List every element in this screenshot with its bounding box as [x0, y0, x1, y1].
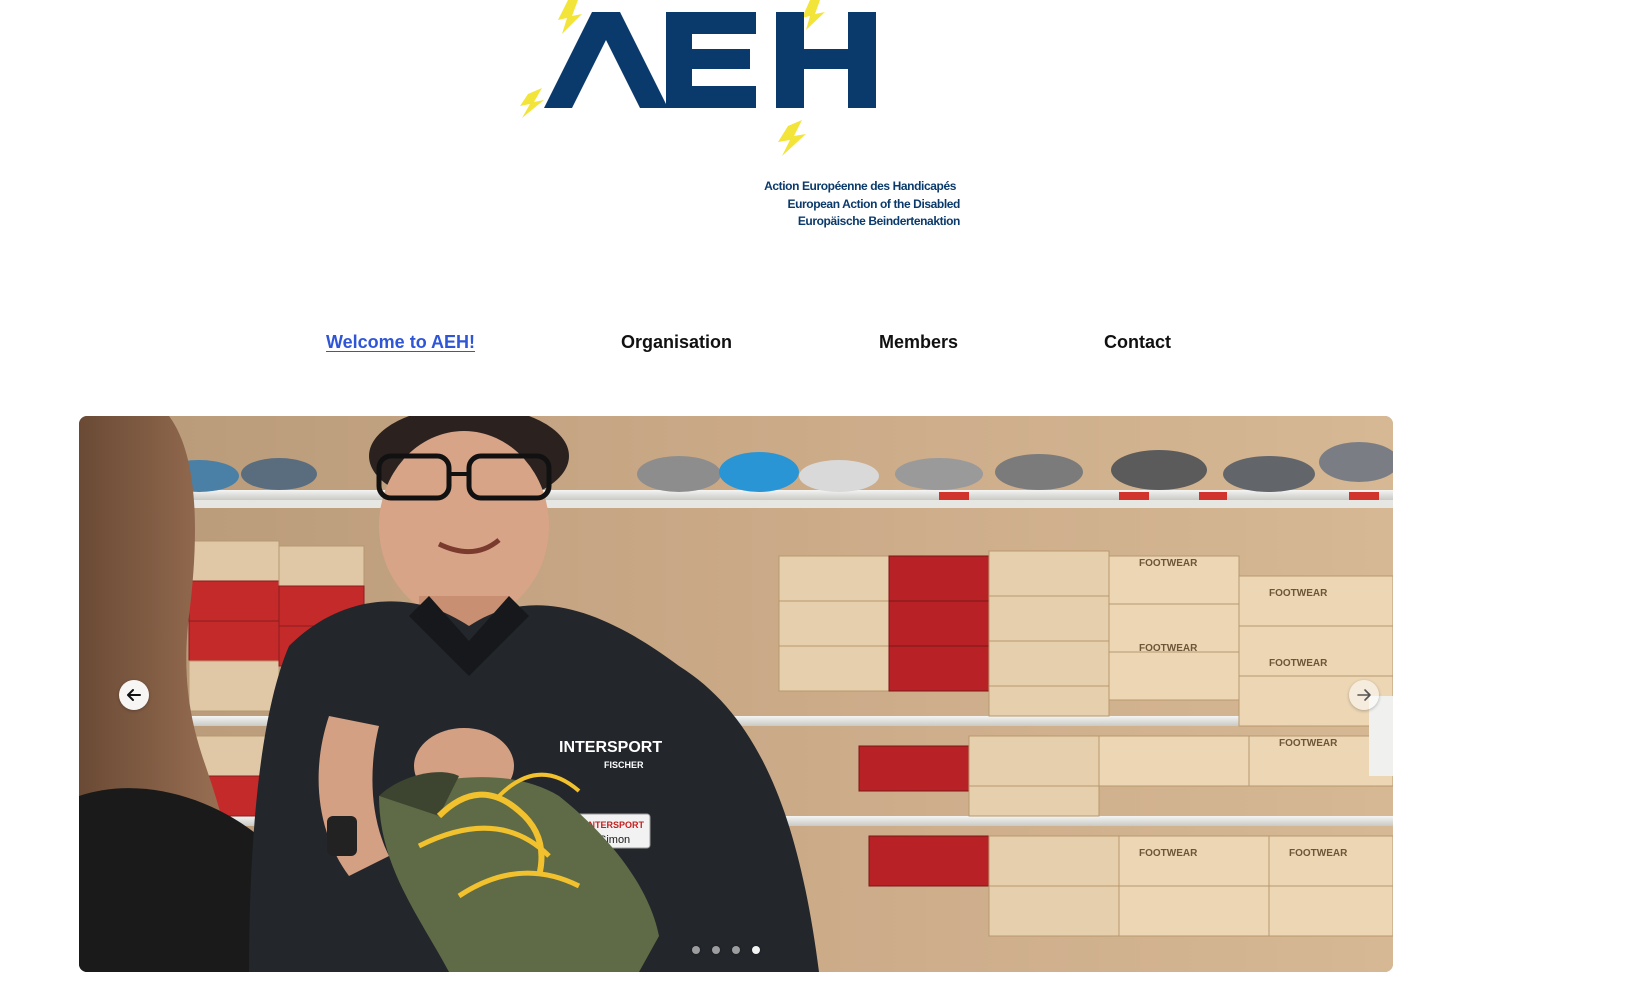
slide-photo: FOOTWEAR FOOTWEAR FOOTWEAR FOOTWEAR FOOT… — [79, 416, 1393, 972]
aeh-logo-graphic — [520, 0, 876, 156]
shirt-logo-sub: FISCHER — [604, 760, 644, 770]
logo-letters — [544, 12, 876, 108]
image-slider: FOOTWEAR FOOTWEAR FOOTWEAR FOOTWEAR FOOT… — [79, 416, 1393, 972]
shirt-logo: INTERSPORT — [559, 739, 662, 756]
logo-subtitle-fr: Action Européenne des Handicapés — [764, 179, 956, 193]
arrow-left-icon — [127, 689, 141, 701]
logo-subtitle: Action Européenne des Handicapés Europea… — [700, 178, 960, 231]
svg-text:FOOTWEAR: FOOTWEAR — [1269, 658, 1328, 669]
svg-text:FOOTWEAR: FOOTWEAR — [1279, 738, 1338, 749]
logo-subtitle-en: European Action of the Disabled — [787, 196, 960, 211]
slider-prev-button[interactable] — [119, 680, 149, 710]
slider-dots — [79, 946, 1383, 954]
arrow-right-icon — [1357, 689, 1371, 701]
svg-text:FOOTWEAR: FOOTWEAR — [1139, 558, 1198, 569]
slider-dot-1[interactable] — [692, 946, 700, 954]
slider-next-button[interactable] — [1349, 680, 1379, 710]
svg-text:FOOTWEAR: FOOTWEAR — [1289, 848, 1348, 859]
nav-link-members[interactable]: Members — [879, 332, 958, 353]
nav-link-organisation[interactable]: Organisation — [621, 332, 732, 353]
svg-text:FOOTWEAR: FOOTWEAR — [1139, 848, 1198, 859]
svg-text:FOOTWEAR: FOOTWEAR — [1139, 643, 1198, 654]
main-nav: Welcome to AEH! Organisation Members Con… — [0, 332, 1649, 356]
page: Action Européenne des Handicapés Europea… — [0, 0, 1649, 985]
slider-dot-3[interactable] — [732, 946, 740, 954]
nav-link-welcome[interactable]: Welcome to AEH! — [326, 332, 475, 353]
nav-link-contact[interactable]: Contact — [1104, 332, 1171, 353]
svg-text:FOOTWEAR: FOOTWEAR — [1269, 588, 1328, 599]
aeh-logo[interactable]: Action Européenne des Handicapés Europea… — [520, 0, 960, 240]
slider-dot-4[interactable] — [752, 946, 760, 954]
slider-dot-2[interactable] — [712, 946, 720, 954]
logo-subtitle-de: Europäische Beindertenaktion — [797, 214, 961, 228]
